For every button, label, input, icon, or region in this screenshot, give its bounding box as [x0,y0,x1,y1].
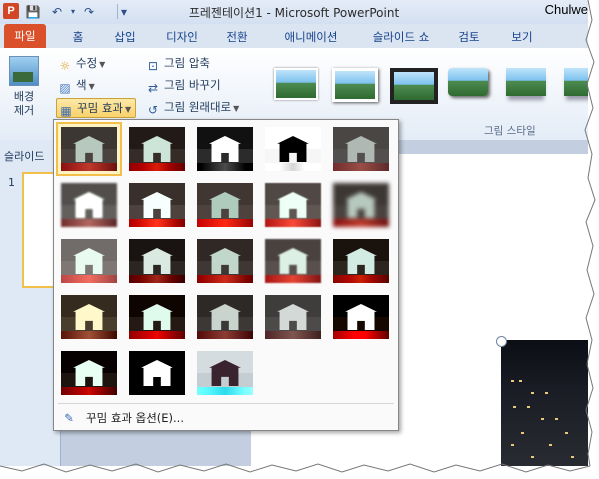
torn-edge-shadow [0,0,596,473]
